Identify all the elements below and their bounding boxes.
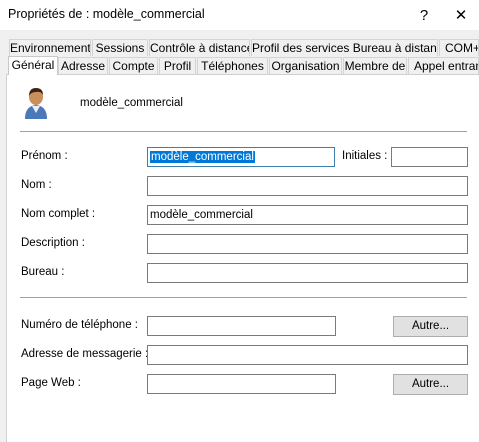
telephone-label: Numéro de téléphone : <box>21 319 138 331</box>
telephone-autre-button[interactable]: Autre... <box>393 316 468 337</box>
prenom-label: Prénom : <box>21 150 68 162</box>
page-web-autre-button[interactable]: Autre... <box>393 374 468 395</box>
messagerie-label: Adresse de messagerie : <box>21 348 149 360</box>
initiales-field[interactable] <box>391 147 468 167</box>
tab-profil-services-bureau[interactable]: Profil des services Bureau à distance <box>251 39 438 56</box>
window-title: Propriétés de : modèle_commercial <box>8 7 205 21</box>
title-bar: Propriétés de : modèle_commercial ? ✕ <box>0 0 479 30</box>
bureau-label: Bureau : <box>21 266 65 278</box>
tab-profil[interactable]: Profil <box>159 57 196 74</box>
initiales-label: Initiales : <box>342 150 388 162</box>
close-icon: ✕ <box>454 7 468 24</box>
prenom-field[interactable]: modèle_commercial <box>147 147 335 167</box>
tab-general[interactable]: Général <box>8 56 58 75</box>
tab-controle-a-distance[interactable]: Contrôle à distance <box>149 39 250 56</box>
prenom-value: modèle_commercial <box>150 151 255 163</box>
separator <box>20 297 467 298</box>
page-web-field[interactable] <box>147 374 336 394</box>
tab-appel-entrant[interactable]: Appel entrant <box>408 57 479 74</box>
help-icon: ? <box>419 6 429 24</box>
tab-com-plus[interactable]: COM+ <box>439 39 479 56</box>
tab-telephones[interactable]: Téléphones <box>197 57 268 74</box>
close-button[interactable]: ✕ <box>443 0 479 30</box>
messagerie-field[interactable] <box>147 345 468 365</box>
help-button[interactable]: ? <box>406 0 442 30</box>
tab-environnement[interactable]: Environnement <box>9 39 91 56</box>
nom-field[interactable] <box>147 176 468 196</box>
description-field[interactable] <box>147 234 468 254</box>
tab-organisation[interactable]: Organisation <box>269 57 342 74</box>
user-display-name: modèle_commercial <box>80 97 183 109</box>
nom-complet-label: Nom complet : <box>21 208 96 220</box>
page-web-label: Page Web : <box>21 377 81 389</box>
bureau-field[interactable] <box>147 263 468 283</box>
nom-complet-field[interactable]: modèle_commercial <box>147 205 468 225</box>
tab-sessions[interactable]: Sessions <box>92 39 148 56</box>
user-icon <box>22 86 50 120</box>
description-label: Description : <box>21 237 85 249</box>
nom-label: Nom : <box>21 179 52 191</box>
tab-adresse[interactable]: Adresse <box>58 57 108 74</box>
tab-membre-de[interactable]: Membre de <box>343 57 407 74</box>
tab-compte[interactable]: Compte <box>109 57 158 74</box>
separator <box>20 131 467 132</box>
telephone-field[interactable] <box>147 316 336 336</box>
